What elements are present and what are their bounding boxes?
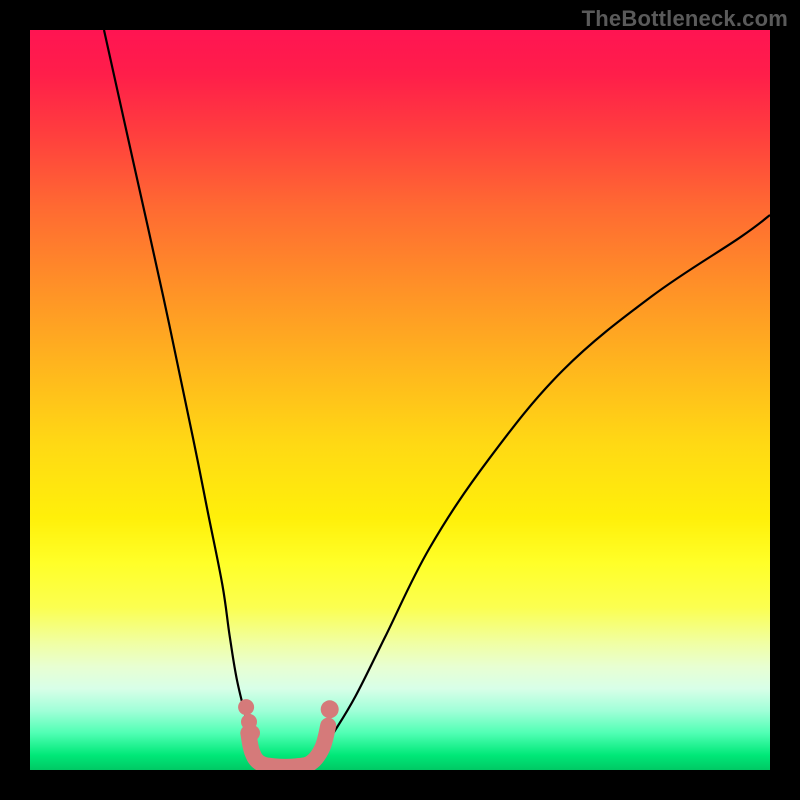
curve-left-branch bbox=[104, 30, 289, 770]
curve-layer bbox=[30, 30, 770, 770]
sweet-spot-dot-right bbox=[321, 700, 339, 718]
sweet-spot-dot bbox=[244, 725, 260, 741]
watermark-text: TheBottleneck.com bbox=[582, 6, 788, 32]
sweet-spot-dot bbox=[238, 699, 254, 715]
sweet-spot-u bbox=[248, 726, 328, 767]
sweet-spot-markers bbox=[238, 699, 339, 767]
chart-stage: TheBottleneck.com bbox=[0, 0, 800, 800]
bottleneck-curve bbox=[104, 30, 770, 770]
curve-right-branch bbox=[289, 215, 770, 770]
plot-area bbox=[30, 30, 770, 770]
